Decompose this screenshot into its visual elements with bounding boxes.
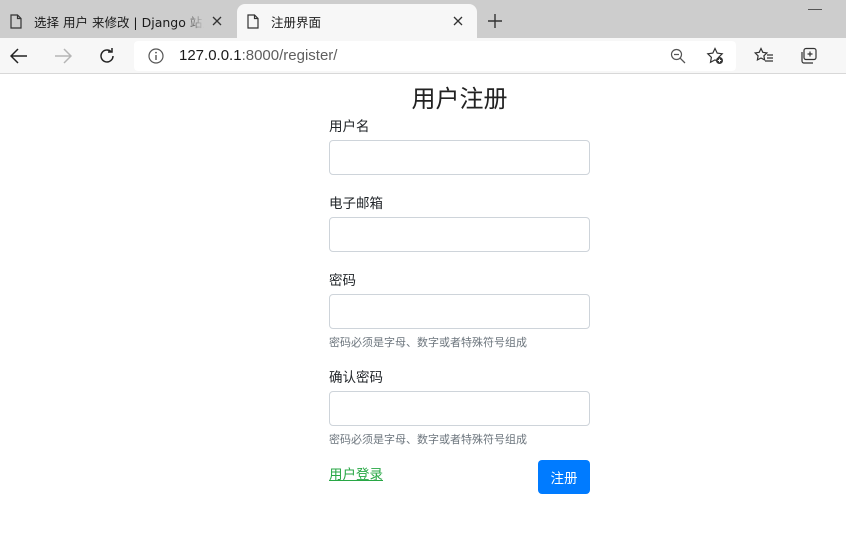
username-label: 用户名 (329, 119, 370, 135)
tab-django-admin[interactable]: 选择 用户 来修改 | Django 站点管理 (0, 4, 236, 38)
tab-register[interactable]: 注册界面 (237, 4, 477, 38)
plus-icon (488, 14, 502, 28)
username-input[interactable] (329, 140, 590, 175)
email-input[interactable] (329, 217, 590, 252)
confirm-password-label: 确认密码 (329, 370, 383, 386)
minimize-window-button[interactable] (808, 9, 822, 10)
new-tab-button[interactable] (482, 9, 508, 33)
arrow-right-icon (55, 48, 72, 64)
page-title: 用户注册 (411, 86, 508, 113)
info-icon[interactable] (148, 48, 164, 64)
password-input[interactable] (329, 294, 590, 329)
collections-icon (801, 47, 817, 64)
favorites-button[interactable] (750, 42, 778, 70)
close-tab-icon[interactable] (208, 12, 226, 30)
reload-icon (100, 48, 114, 63)
url-text: 127.0.0.1:8000/register/ (179, 47, 337, 64)
tab-title: 选择 用户 来修改 | Django 站点管理 (34, 14, 204, 30)
tab-strip: 选择 用户 来修改 | Django 站点管理 注册界面 (0, 0, 846, 38)
page-content: 用户注册 用户名 电子邮箱 密码 密码必须是字母、数字或者特殊符号组成 确认密码… (0, 75, 846, 558)
url-host: 127.0.0.1 (179, 47, 242, 64)
favorites-list-icon (754, 47, 773, 62)
password-help-text: 密码必须是字母、数字或者特殊符号组成 (329, 336, 527, 349)
collections-button[interactable] (795, 42, 823, 70)
close-tab-icon[interactable] (449, 12, 467, 30)
forward-button[interactable] (49, 42, 77, 70)
reload-button[interactable] (93, 42, 121, 70)
login-link[interactable]: 用户登录 (329, 463, 383, 483)
page-icon (247, 13, 259, 29)
confirm-password-help-text: 密码必须是字母、数字或者特殊符号组成 (329, 433, 527, 446)
url-path: :8000/register/ (241, 47, 338, 64)
page-icon (10, 13, 22, 29)
register-button[interactable]: 注册 (538, 460, 590, 494)
browser-toolbar: 127.0.0.1:8000/register/ (0, 38, 846, 74)
arrow-left-icon (10, 48, 27, 64)
add-favorite-icon[interactable] (706, 47, 724, 65)
password-label: 密码 (329, 273, 356, 289)
zoom-out-icon[interactable] (670, 48, 686, 64)
email-label: 电子邮箱 (329, 196, 383, 212)
back-button[interactable] (5, 42, 33, 70)
confirm-password-input[interactable] (329, 391, 590, 426)
tab-title: 注册界面 (271, 14, 322, 30)
address-bar[interactable]: 127.0.0.1:8000/register/ (134, 41, 736, 71)
